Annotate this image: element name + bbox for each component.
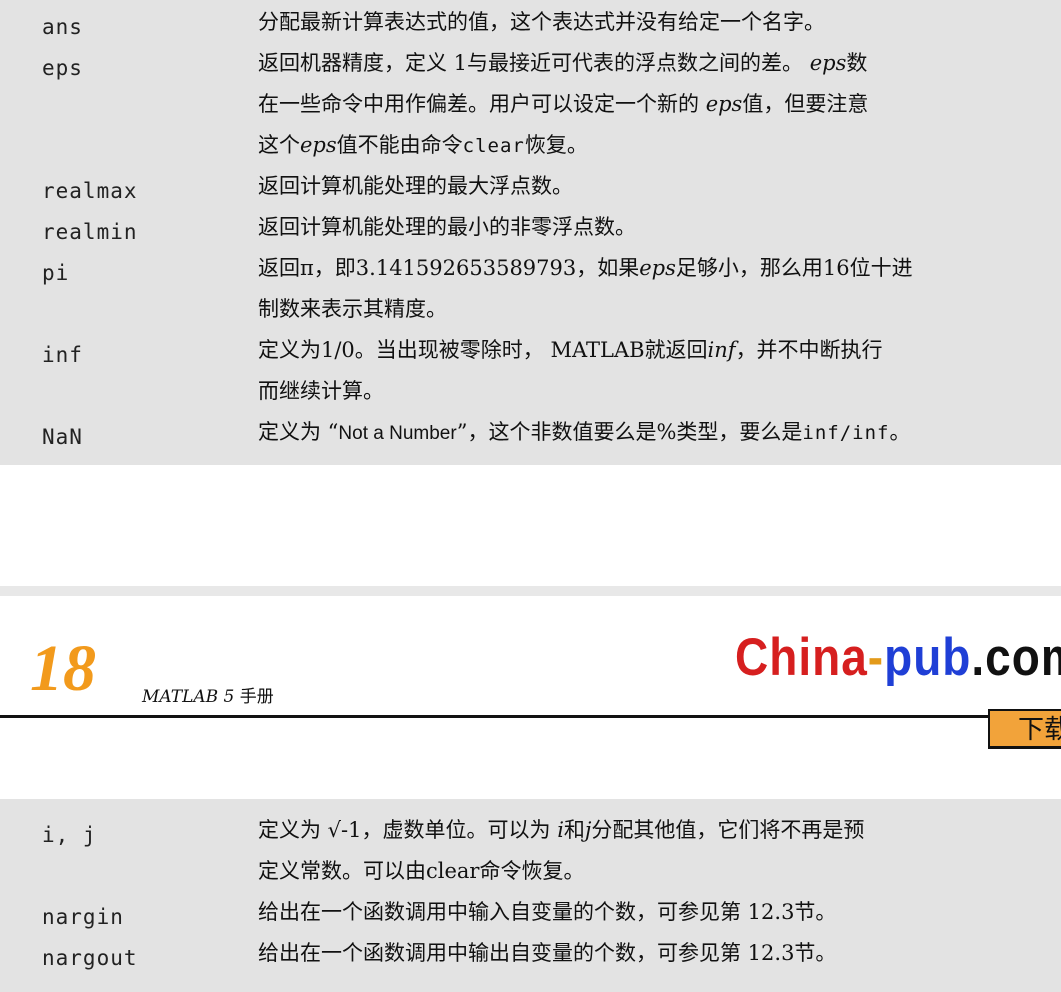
- description-line: 返回计算机能处理的最大浮点数。: [258, 174, 573, 198]
- code-term: clear: [462, 135, 525, 157]
- italic-term: eps: [809, 51, 847, 75]
- entry-term: inf: [42, 343, 83, 367]
- entry-description: 定义为1/0。当出现被零除时， MATLAB就返回inf，并不中断执行 而继续计算…: [258, 330, 1053, 412]
- description-line: 定义为 “Not a Number”，这个非数值要么是%类型，要么是inf/in…: [258, 420, 911, 444]
- entry-term: i, j: [42, 823, 97, 847]
- page-number: 18: [30, 632, 96, 705]
- entry-description: 返回π，即3.141592653589793，如果eps足够小，那么用16位十进…: [258, 248, 1053, 330]
- download-tab[interactable]: 下载: [988, 709, 1061, 749]
- entry-term: ans: [42, 15, 83, 39]
- logo-part-dash: -: [867, 626, 885, 687]
- italic-term: eps: [705, 92, 743, 116]
- description-line: 而继续计算。: [258, 379, 384, 403]
- entry-description: 定义为 √-1，虚数单位。可以为 i和j分配其他值，它们将不再是预 定义常数。可以…: [258, 810, 1053, 892]
- italic-term: j: [584, 818, 592, 842]
- description-line: 返回机器精度，定义 1与最接近可代表的浮点数之间的差。 eps数: [258, 51, 868, 75]
- description-line: 返回计算机能处理的最小的非零浮点数。: [258, 215, 636, 239]
- tab-rule: [988, 746, 1061, 748]
- entry-description: 返回计算机能处理的最大浮点数。: [258, 166, 1053, 207]
- quoted-term: Not a Number: [338, 423, 457, 444]
- entry-description: 分配最新计算表达式的值，这个表达式并没有给定一个名字。: [258, 2, 1053, 43]
- header-rule: [0, 715, 988, 718]
- description-line: 制数来表示其精度。: [258, 297, 447, 321]
- entry-term: realmax: [42, 179, 138, 203]
- entry-description: 返回机器精度，定义 1与最接近可代表的浮点数之间的差。 eps数 在一些命令中用作…: [258, 43, 1053, 167]
- definitions-panel-top: ans 分配最新计算表达式的值，这个表达式并没有给定一个名字。 eps 返回机器…: [0, 0, 1061, 465]
- description-line: 定义常数。可以由clear命令恢复。: [258, 859, 585, 883]
- italic-term: i: [557, 818, 564, 842]
- entry-description: 返回计算机能处理的最小的非零浮点数。: [258, 207, 1053, 248]
- page-divider: [0, 586, 1061, 596]
- entry-term: nargin: [42, 905, 124, 929]
- entry-description: 定义为 “Not a Number”，这个非数值要么是%类型，要么是inf/in…: [258, 412, 1053, 454]
- china-pub-logo: China-pub.com: [735, 628, 1061, 686]
- logo-part-china: China: [735, 626, 868, 687]
- definitions-panel-bottom: i, j 定义为 √-1，虚数单位。可以为 i和j分配其他值，它们将不再是预 定义…: [0, 799, 1061, 992]
- description-line: 返回π，即3.141592653589793，如果eps足够小，那么用16位十进: [258, 256, 913, 280]
- description-line: 在一些命令中用作偏差。用户可以设定一个新的 eps值，但要注意: [258, 92, 869, 116]
- book-title-latin: MATLAB 5: [142, 687, 235, 707]
- entry-description: 给出在一个函数调用中输出自变量的个数，可参见第 12.3节。: [258, 933, 1053, 974]
- description-line: 给出在一个函数调用中输入自变量的个数，可参见第 12.3节。: [258, 900, 837, 924]
- entry-term: nargout: [42, 946, 138, 970]
- description-line: 给出在一个函数调用中输出自变量的个数，可参见第 12.3节。: [258, 941, 837, 965]
- entry-description: 给出在一个函数调用中输入自变量的个数，可参见第 12.3节。: [258, 892, 1053, 933]
- description-line: 定义为 √-1，虚数单位。可以为 i和j分配其他值，它们将不再是预: [258, 818, 865, 842]
- entry-term: pi: [42, 261, 70, 285]
- italic-term: inf: [707, 338, 736, 362]
- italic-term: eps: [300, 133, 337, 157]
- description-line: 这个eps值不能由命令clear恢复。: [258, 133, 588, 157]
- logo-part-pub: pub: [884, 626, 972, 687]
- book-title: MATLAB 5 手册: [142, 682, 274, 707]
- italic-term: eps: [639, 256, 676, 280]
- logo-part-com: .com: [971, 626, 1061, 687]
- entry-term: realmin: [42, 220, 138, 244]
- entry-term: eps: [42, 56, 83, 80]
- code-term: inf/inf: [802, 422, 890, 444]
- description-line: 分配最新计算表达式的值，这个表达式并没有给定一个名字。: [258, 10, 825, 34]
- entry-term: NaN: [42, 425, 83, 449]
- description-line: 定义为1/0。当出现被零除时， MATLAB就返回inf，并不中断执行: [258, 338, 883, 362]
- book-title-cjk: 手册: [239, 687, 274, 707]
